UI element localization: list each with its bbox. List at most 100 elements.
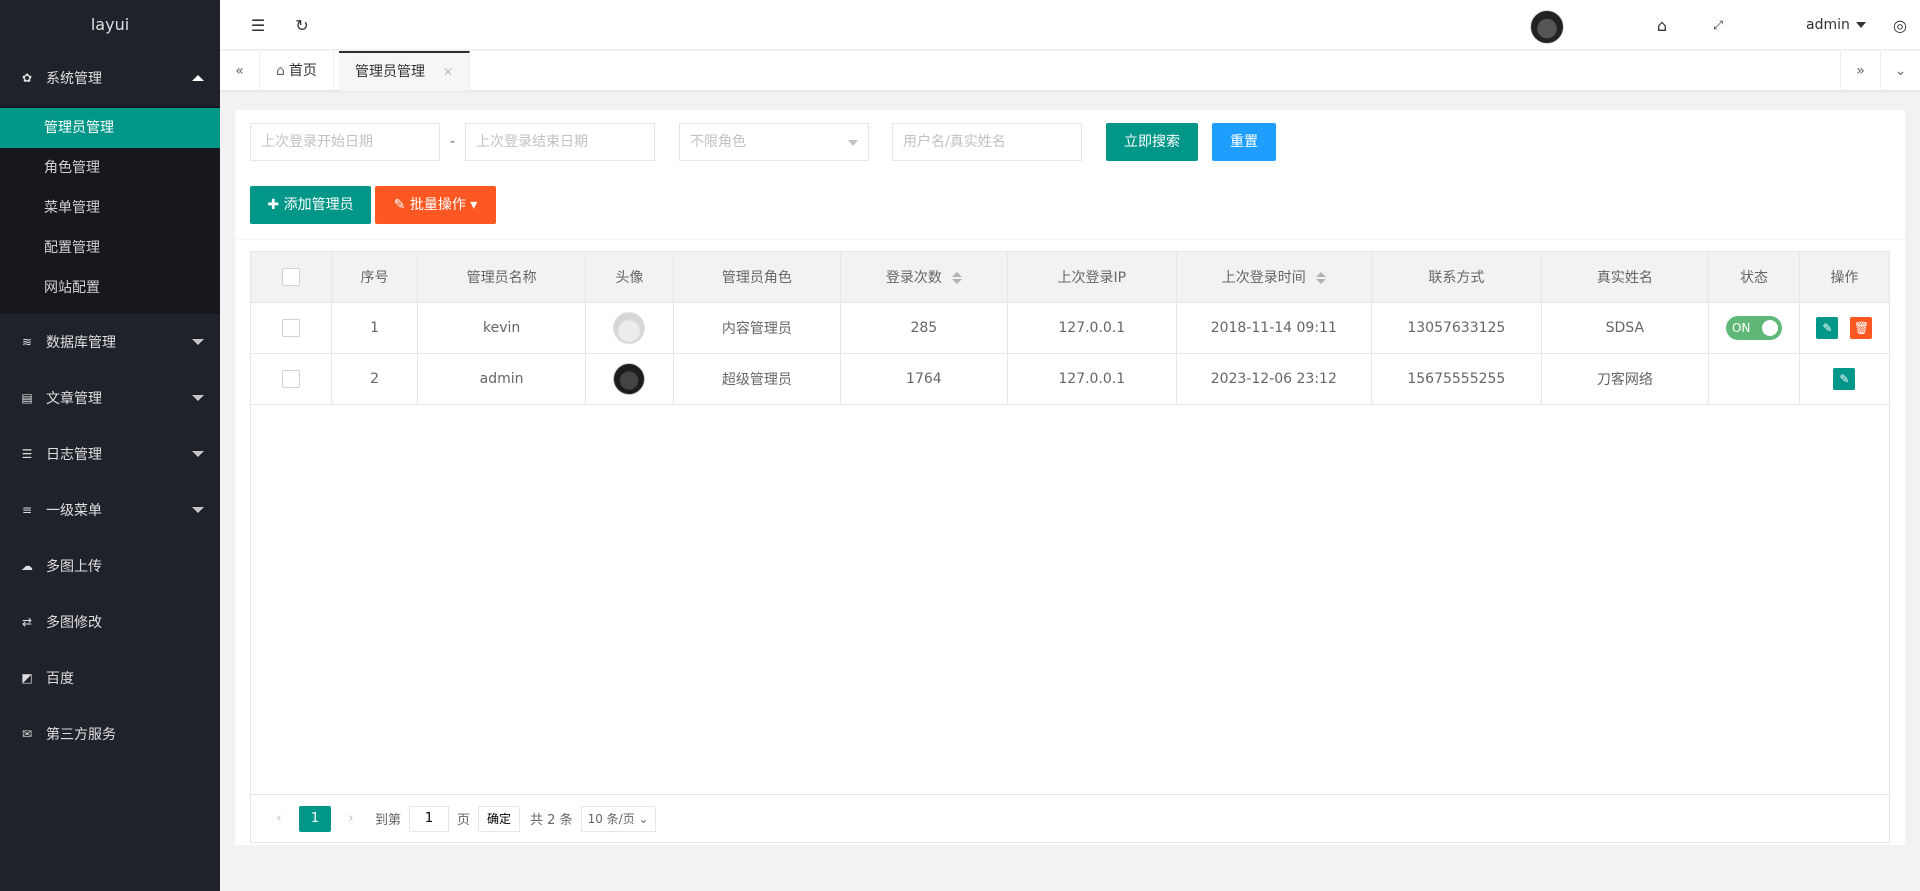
sidebar-item-site-config[interactable]: 网站配置	[0, 268, 220, 308]
sidebar: layui ✿ 系统管理 管理员管理 角色管理 菜单管理 配置管理 网站配置 ≋…	[0, 0, 220, 891]
cell-time: 2018-11-14 09:11	[1175, 302, 1373, 354]
nav-group-article[interactable]: ▤ 文章管理	[0, 370, 220, 426]
sidebar-item-role-manage[interactable]: 角色管理	[0, 148, 220, 188]
page-unit-label: 页	[457, 813, 471, 828]
caret-down-icon	[1855, 22, 1866, 28]
nav-group-system[interactable]: ✿ 系统管理	[0, 50, 220, 106]
batch-action-label: 批量操作	[409, 197, 466, 213]
next-page-icon[interactable]: ›	[337, 811, 365, 826]
cell-avatar	[584, 302, 675, 354]
database-icon: ≋	[21, 335, 33, 349]
pagination: ‹ 1 › 到第 页 确定 共 2 条 10 条/页 ⌄	[250, 794, 1890, 843]
avatar[interactable]	[613, 363, 646, 395]
nav-item-label: 百度	[46, 671, 74, 687]
chevron-down-icon	[192, 451, 204, 457]
tabs-prev-icon[interactable]: «	[220, 51, 260, 91]
log-icon: ☰	[21, 447, 33, 461]
nav-group-log[interactable]: ☰ 日志管理	[0, 426, 220, 482]
select-all-checkbox[interactable]	[281, 268, 300, 286]
row-checkbox[interactable]	[281, 370, 300, 388]
nav-item-label: 多图上传	[46, 559, 102, 575]
nav-group-database[interactable]: ≋ 数据库管理	[0, 314, 220, 370]
search-button[interactable]: 立即搜索	[1106, 123, 1198, 161]
fullscreen-icon[interactable]: ⤢	[1698, 0, 1738, 50]
close-icon[interactable]: ✕	[443, 65, 453, 79]
list-icon: ≡	[21, 503, 33, 517]
tab-home[interactable]: ⌂ 首页	[260, 51, 334, 91]
tab-admin-manage[interactable]: 管理员管理 ✕	[339, 51, 471, 91]
reset-button[interactable]: 重置	[1212, 123, 1276, 161]
cell-no: 1	[330, 302, 419, 354]
nav-group-label: 文章管理	[46, 391, 102, 407]
table-empty-area	[250, 404, 1890, 794]
col-header: 序号	[330, 251, 419, 303]
nav-group-level1[interactable]: ≡ 一级菜单	[0, 482, 220, 538]
main-card: 上次登录开始日期 - 上次登录结束日期 不限角色 用户名/真实姓名 立即搜索 重…	[235, 110, 1905, 845]
nav-item-third-party[interactable]: ✉ 第三方服务	[0, 706, 220, 762]
batch-action-button[interactable]: ✎ 批量操作 ▾	[375, 186, 496, 224]
goto-confirm-button[interactable]: 确定	[478, 805, 521, 832]
page-input[interactable]	[409, 805, 450, 832]
table-row: 2 admin 超级管理员 1764 127.0.0.1 2023-12-06 …	[250, 353, 1891, 405]
col-header: 头像	[584, 251, 675, 303]
avatar[interactable]	[613, 312, 646, 344]
col-header: 状态	[1708, 251, 1800, 303]
add-admin-button[interactable]: ✚ 添加管理员	[250, 186, 371, 224]
sort-icon[interactable]	[951, 272, 962, 284]
sidebar-item-admin-manage[interactable]: 管理员管理	[0, 108, 220, 148]
add-admin-label: 添加管理员	[283, 197, 354, 213]
logo[interactable]: layui	[0, 0, 220, 50]
username: admin	[1806, 17, 1850, 33]
role-select[interactable]: 不限角色	[679, 123, 869, 161]
chevron-down-icon[interactable]: ⌄	[1880, 51, 1920, 91]
prev-page-icon[interactable]: ‹	[265, 811, 293, 826]
col-header-sortable[interactable]: 上次登录时间	[1175, 251, 1373, 303]
page-button-current[interactable]: 1	[299, 805, 331, 832]
cell-no: 2	[330, 353, 419, 405]
date-separator: -	[450, 134, 456, 150]
select-all-cell	[250, 251, 332, 303]
col-header: 管理员名称	[417, 251, 586, 303]
user-menu[interactable]: admin	[1806, 0, 1866, 50]
tabs-bar: « ⌂ 首页 管理员管理 ✕ » ⌄	[220, 51, 1920, 91]
exchange-icon: ⇄	[21, 615, 33, 629]
edit-icon[interactable]: ✎	[1833, 368, 1856, 390]
sidebar-item-menu-manage[interactable]: 菜单管理	[0, 188, 220, 228]
tabs-next-icon[interactable]: »	[1840, 51, 1880, 91]
trash-icon[interactable]: 🗑	[1850, 317, 1873, 339]
cell-status	[1708, 353, 1800, 405]
nav-item-baidu[interactable]: ◩ 百度	[0, 650, 220, 706]
avatar[interactable]	[1530, 10, 1564, 44]
cell-actions: ✎	[1798, 353, 1891, 405]
row-checkbox[interactable]	[281, 319, 300, 337]
top-header: ☰ ↻ ⌂ ⤢ admin ◎	[220, 0, 1920, 50]
nav-item-multi-edit[interactable]: ⇄ 多图修改	[0, 594, 220, 650]
status-toggle[interactable]: ON	[1725, 316, 1782, 340]
envelope-icon: ✉	[21, 727, 33, 741]
edit-icon[interactable]: ✎	[1816, 317, 1839, 339]
theme-icon[interactable]: ◎	[1880, 0, 1920, 50]
refresh-icon[interactable]: ↻	[282, 0, 322, 50]
tab-label: 首页	[288, 63, 317, 79]
keyword-input[interactable]: 用户名/真实姓名	[892, 123, 1082, 161]
chevron-down-icon	[192, 507, 204, 513]
menu-toggle-icon[interactable]: ☰	[238, 0, 278, 50]
cell-logins: 1764	[839, 353, 1009, 405]
end-date-input[interactable]: 上次登录结束日期	[465, 123, 655, 161]
sidebar-item-config-manage[interactable]: 配置管理	[0, 228, 220, 268]
start-date-input[interactable]: 上次登录开始日期	[250, 123, 440, 161]
cell-actions: ✎ 🗑	[1798, 302, 1891, 354]
tag-icon[interactable]: ⌂	[1642, 0, 1682, 50]
cell-name: kevin	[417, 302, 586, 354]
chevron-down-icon	[192, 339, 204, 345]
col-header-label: 登录次数	[885, 270, 942, 286]
per-page-select[interactable]: 10 条/页 ⌄	[580, 805, 656, 832]
nav-item-multi-upload[interactable]: ☁ 多图上传	[0, 538, 220, 594]
goto-label: 到第	[375, 813, 402, 828]
cell-name: admin	[417, 353, 586, 405]
col-header: 上次登录IP	[1007, 251, 1177, 303]
col-header-sortable[interactable]: 登录次数	[839, 251, 1009, 303]
gear-icon: ✿	[21, 71, 33, 85]
cell-role: 超级管理员	[673, 353, 841, 405]
sort-icon[interactable]	[1315, 272, 1326, 284]
